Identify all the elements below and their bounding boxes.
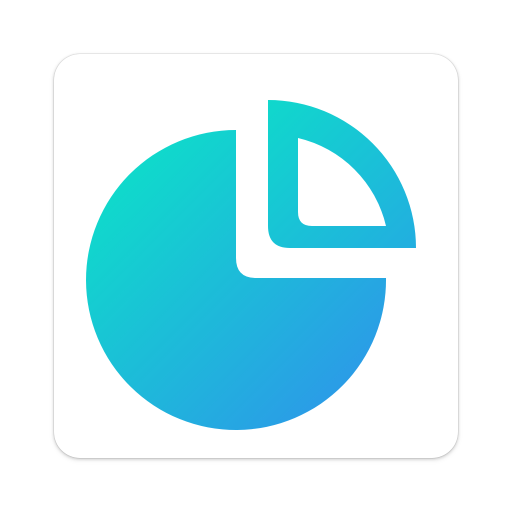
pie-main-segment bbox=[86, 130, 387, 430]
pie-chart-icon bbox=[86, 100, 416, 430]
icon-canvas bbox=[0, 0, 512, 512]
pie-detached-slice bbox=[268, 100, 416, 248]
